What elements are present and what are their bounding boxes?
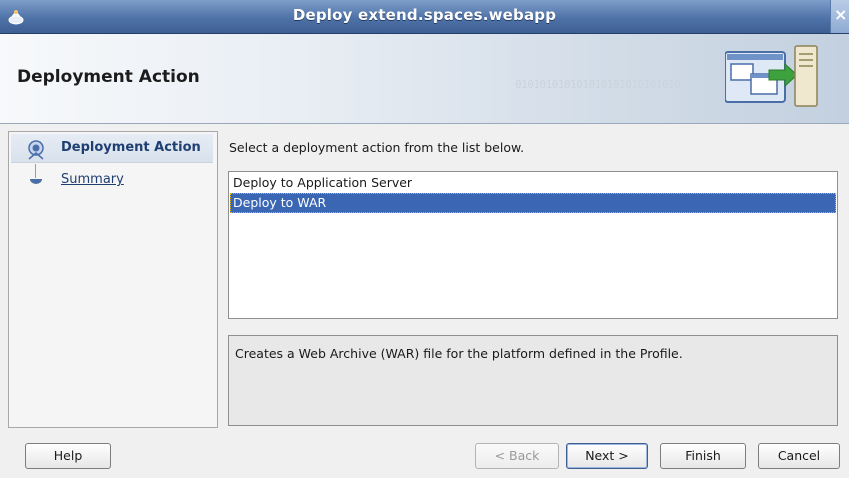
description-panel: Creates a Web Archive (WAR) file for the… xyxy=(228,335,838,426)
back-button[interactable]: < Back xyxy=(475,443,559,469)
deployment-action-list[interactable]: Deploy to Application Server Deploy to W… xyxy=(228,171,838,319)
nav-label-deployment-action: Deployment Action xyxy=(61,140,201,155)
list-item-deploy-war[interactable]: Deploy to WAR xyxy=(230,193,836,213)
binary-watermark: 010101010101010101010101010 xyxy=(515,78,681,91)
current-step-icon xyxy=(28,140,44,160)
header-banner: Deployment Action 0101010101010101010101… xyxy=(0,34,849,124)
page-title: Deployment Action xyxy=(17,67,200,87)
title-bar[interactable]: Deploy extend.spaces.webapp × xyxy=(0,0,849,34)
list-item-deploy-app-server[interactable]: Deploy to Application Server xyxy=(230,173,836,193)
wizard-steps-panel: Deployment Action Summary xyxy=(8,131,218,428)
deploy-dialog: Deploy extend.spaces.webapp × Deployment… xyxy=(0,0,849,478)
cancel-button[interactable]: Cancel xyxy=(758,443,840,469)
nav-item-deployment-action[interactable]: Deployment Action xyxy=(11,134,213,163)
help-button[interactable]: Help xyxy=(25,443,111,469)
deploy-graphic-icon xyxy=(725,45,818,107)
window-title: Deploy extend.spaces.webapp xyxy=(292,6,557,24)
close-icon: × xyxy=(834,5,848,24)
nav-label-summary: Summary xyxy=(61,172,124,187)
close-button[interactable]: × xyxy=(830,0,849,33)
nav-item-summary[interactable]: Summary xyxy=(11,171,213,191)
description-text: Creates a Web Archive (WAR) file for the… xyxy=(235,346,683,361)
instruction-text: Select a deployment action from the list… xyxy=(229,140,525,155)
next-button[interactable]: Next > xyxy=(566,443,648,469)
step-icon xyxy=(30,179,42,184)
finish-button[interactable]: Finish xyxy=(660,443,746,469)
